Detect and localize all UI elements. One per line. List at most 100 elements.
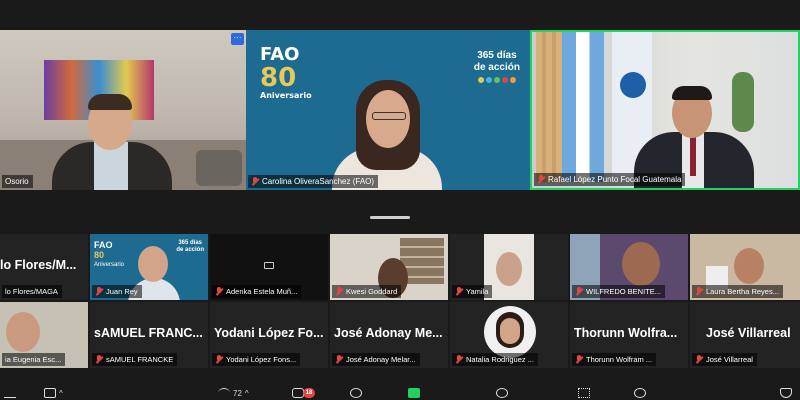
participant-face	[496, 252, 522, 286]
reactions-icon	[350, 388, 362, 398]
participant-display-name: Yodani López Fo...	[214, 326, 324, 340]
participant-name: Adenka Estela Muñ...	[226, 287, 298, 296]
reactions-button[interactable]	[350, 386, 362, 400]
microphone-button[interactable]	[4, 386, 16, 400]
fao-80-logo: FAO 80 Aniversario	[94, 240, 125, 268]
participant-name: Kwesi Goddard	[346, 287, 398, 296]
participant-face	[138, 246, 168, 282]
mic-off-icon	[335, 287, 343, 296]
security-icon	[780, 388, 792, 398]
resize-handle[interactable]	[370, 216, 410, 219]
gallery-row: lo Flores/M... lo Flores/MAGA FAO 80 Ani…	[0, 234, 800, 300]
participant-name-tag: Laura Bertha Reyes...	[692, 285, 783, 298]
participant-name-tag: WILFREDO BENITE...	[572, 285, 666, 298]
gallery-tile[interactable]: ia Eugenia Esc...	[0, 302, 88, 368]
meeting-toolbar: ^ 72^ ^	[0, 384, 800, 400]
participant-name: Yodani López Fons...	[226, 355, 297, 364]
participants-button[interactable]: 72 ^	[218, 386, 249, 400]
bag	[196, 150, 242, 186]
video-tile-osorio[interactable]: ··· Osorio	[0, 30, 246, 190]
gallery-tile[interactable]: Laura Bertha Reyes...	[690, 234, 800, 300]
gallery-tile[interactable]: sAMUEL FRANC... sAMUEL FRANCKE	[90, 302, 208, 368]
participant-name-tag: Osorio	[2, 175, 33, 188]
mic-off-icon	[215, 355, 223, 364]
campaign-dots	[474, 77, 520, 83]
participant-name: Juan Rey	[106, 287, 138, 296]
participants-icon	[218, 388, 230, 398]
participant-display-name: Thorunn Wolfra...	[574, 326, 678, 340]
gallery-tile[interactable]: Natalia Rodriguez ...	[450, 302, 568, 368]
more-button[interactable]	[634, 386, 646, 400]
participant-name-tag: Kwesi Goddard	[332, 285, 402, 298]
share-screen-button[interactable]	[408, 386, 420, 400]
zoom-meeting-window: ··· Osorio FAO 80 Aniversario 365 días d…	[0, 0, 800, 400]
participant-name-tag: José Adonay Melar...	[332, 353, 420, 366]
mic-off-icon	[251, 177, 259, 186]
participant-name: Osorio	[5, 177, 29, 186]
gallery-tile[interactable]: Yodani López Fo... Yodani López Fons...	[210, 302, 328, 368]
participant-name: Thorunn Wolfram ...	[586, 355, 653, 364]
mic-off-icon	[95, 355, 103, 364]
gallery-tile[interactable]: Adenka Estela Muñ...	[210, 234, 328, 300]
plant	[732, 72, 754, 132]
participant-name-tag: Thorunn Wolfram ...	[572, 353, 657, 366]
participant-name-tag: Rafael López Punto Focal Guatemala	[534, 173, 686, 186]
gallery-tile[interactable]: José Villarreal José Villarreal	[690, 302, 800, 368]
participant-name-tag: Juan Rey	[92, 285, 142, 298]
share-screen-icon	[408, 388, 420, 398]
participant-name-tag: José Villarreal	[692, 353, 757, 366]
participant-face	[734, 248, 764, 284]
participant-name: Carolina OliveraSanchez (FAO)	[262, 177, 375, 186]
video-button[interactable]: ^	[44, 386, 63, 400]
mic-off-icon	[537, 175, 545, 184]
participant-display-name: sAMUEL FRANC...	[94, 326, 203, 340]
mic-off-icon	[695, 355, 703, 364]
chat-unread-badge: 18	[303, 388, 315, 398]
gallery-tile[interactable]: lo Flores/M... lo Flores/MAGA	[0, 234, 88, 300]
campaign-badge: 365 días de acción	[176, 240, 204, 253]
mic-off-icon	[575, 287, 583, 296]
participant-name-tag: sAMUEL FRANCKE	[92, 353, 178, 366]
flag-guatemala	[562, 32, 604, 182]
participant-name-tag: lo Flores/MAGA	[2, 285, 62, 298]
participant-face	[6, 312, 40, 352]
participant-name: lo Flores/MAGA	[5, 287, 58, 296]
video-icon	[44, 388, 56, 398]
gallery-tile[interactable]: Yamila	[450, 234, 568, 300]
security-button[interactable]	[780, 386, 792, 400]
gallery-tile[interactable]: Kwesi Goddard	[330, 234, 448, 300]
participant-avatar	[484, 306, 536, 358]
video-tile-rafael[interactable]: Rafael López Punto Focal Guatemala	[530, 30, 800, 190]
participant-name-tag: ia Eugenia Esc...	[2, 353, 66, 366]
mic-off-icon	[695, 287, 703, 296]
more-icon	[634, 388, 646, 398]
participant-name-tag: Yodani López Fons...	[212, 353, 301, 366]
info-button[interactable]	[496, 386, 508, 400]
participant-display-name: José Villarreal	[706, 326, 791, 340]
participant-name: sAMUEL FRANCKE	[106, 355, 174, 364]
maga-logo	[620, 72, 646, 98]
gallery-row: ia Eugenia Esc... sAMUEL FRANC... sAMUEL…	[0, 302, 800, 368]
participant-face	[622, 242, 660, 286]
mic-off-icon	[575, 355, 583, 364]
video-tile-carolina[interactable]: FAO 80 Aniversario 365 días de acción Ca…	[246, 30, 530, 190]
camera-off-icon	[264, 262, 274, 269]
speaker-strip: ··· Osorio FAO 80 Aniversario 365 días d…	[0, 30, 800, 190]
participant-name: ia Eugenia Esc...	[5, 355, 62, 364]
participant-name: Yamila	[466, 287, 489, 296]
gallery-tile[interactable]: José Adonay Me... José Adonay Melar...	[330, 302, 448, 368]
apps-icon	[578, 388, 590, 398]
mic-off-icon	[335, 355, 343, 364]
participant-name: Rafael López Punto Focal Guatemala	[548, 175, 682, 184]
chevron-up-icon: ^	[244, 388, 249, 398]
info-icon	[496, 388, 508, 398]
apps-button[interactable]	[578, 386, 590, 400]
more-options-button[interactable]: ···	[231, 33, 244, 45]
gallery-tile[interactable]: FAO 80 Aniversario 365 días de acción Jua…	[90, 234, 208, 300]
participant-name: José Adonay Melar...	[346, 355, 416, 364]
mic-off-icon	[455, 355, 463, 364]
gallery-tile[interactable]: WILFREDO BENITE...	[570, 234, 688, 300]
participants-count: 72	[233, 388, 242, 398]
gallery-tile[interactable]: Thorunn Wolfra... Thorunn Wolfram ...	[570, 302, 688, 368]
campaign-badge: 365 días de acción	[474, 50, 520, 83]
